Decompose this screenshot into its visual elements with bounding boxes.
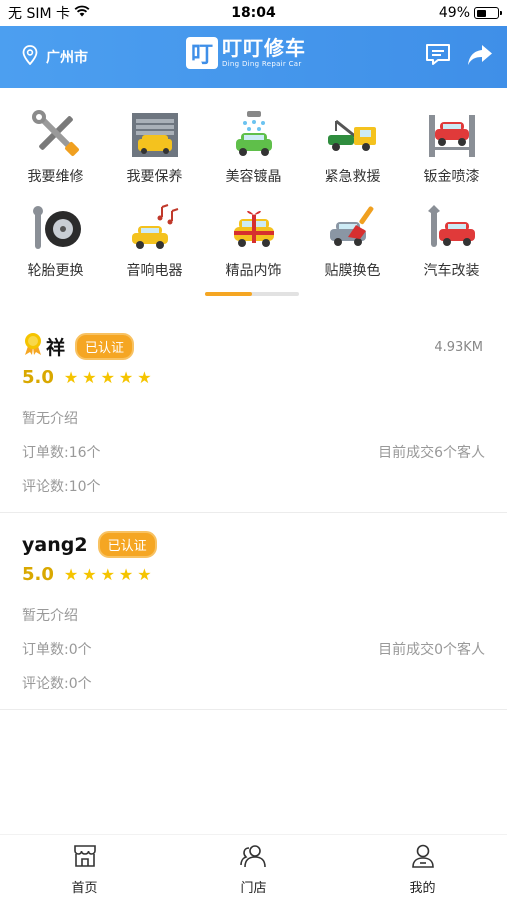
- category-page-indicator: [205, 292, 299, 296]
- category-audio[interactable]: 音响电器: [108, 202, 202, 280]
- category-label: 精品内饰: [225, 263, 282, 279]
- user-icon: [410, 843, 436, 873]
- tab-mine[interactable]: 我的: [373, 843, 473, 896]
- certified-badge: 已认证: [75, 333, 135, 360]
- category-label: 我要保养: [126, 169, 183, 185]
- category-interior[interactable]: 精品内饰: [207, 202, 301, 280]
- category-row: 轮胎更换 音响电器 精品内饰 贴膜换色 汽车改装: [0, 202, 507, 280]
- garage-car-icon: [127, 108, 183, 160]
- people-icon: [239, 843, 268, 873]
- category-rescue[interactable]: 紧急救援: [306, 108, 400, 186]
- battery-level: [476, 9, 487, 17]
- star-icon: ★: [100, 565, 115, 584]
- tab-label: 我的: [409, 881, 436, 896]
- category-label: 钣金喷漆: [423, 169, 480, 185]
- deal-count: 目前成交0个客人: [378, 642, 485, 658]
- category-film[interactable]: 贴膜换色: [306, 202, 400, 280]
- category-label: 轮胎更换: [27, 263, 84, 279]
- location-pin-icon: [22, 45, 38, 69]
- wifi-icon: [74, 5, 90, 21]
- star-icon: ★: [63, 565, 79, 584]
- shop-list: 祥 已认证 4.93KM 5.0 ★ ★ ★ ★ ★ 暂无介绍 订单数:16个 …: [0, 318, 507, 710]
- home-store-icon: [72, 843, 98, 873]
- app-header: 广州市 叮 叮叮修车 Ding Ding Repair Car: [0, 26, 507, 88]
- medal-icon: [22, 332, 44, 361]
- battery-icon: [474, 7, 502, 19]
- shop-card[interactable]: 祥 已认证 4.93KM 5.0 ★ ★ ★ ★ ★ 暂无介绍 订单数:16个 …: [0, 318, 507, 513]
- shop-name: 祥: [46, 337, 66, 359]
- logo-title: 叮叮修车: [222, 36, 306, 60]
- star-icon: ★: [137, 565, 152, 584]
- category-row: 我要维修 我要保养 美容镀晶 紧急救援 钣金喷漆: [0, 108, 507, 186]
- car-paint-brush-icon: [325, 202, 381, 254]
- category-label: 音响电器: [126, 263, 183, 279]
- car-lift-icon: [424, 108, 480, 160]
- shop-card[interactable]: yang2 已认证 5.0 ★ ★ ★ ★ ★ 暂无介绍 订单数:0个 目前成交…: [0, 513, 507, 710]
- location-selector[interactable]: 广州市: [22, 45, 88, 69]
- star-icon: ★: [100, 368, 115, 387]
- shop-intro: 暂无介绍: [22, 411, 78, 427]
- tab-stores[interactable]: 门店: [204, 843, 304, 896]
- certified-badge: 已认证: [97, 531, 157, 558]
- star-icon: ★: [82, 565, 97, 584]
- category-label: 紧急救援: [324, 169, 381, 185]
- tab-home[interactable]: 首页: [35, 843, 135, 896]
- category-paint[interactable]: 钣金喷漆: [405, 108, 499, 186]
- carrier-label: 无 SIM 卡: [8, 6, 70, 22]
- review-count: 评论数:0个: [22, 676, 92, 692]
- status-bar: 无 SIM 卡 18:04 49%: [0, 0, 507, 26]
- shop-rating: 5.0 ★ ★ ★ ★ ★: [22, 564, 485, 585]
- car-mod-wrench-icon: [424, 202, 480, 254]
- category-mod[interactable]: 汽车改装: [405, 202, 499, 280]
- wrench-screwdriver-icon: [28, 108, 84, 160]
- rating-score: 5.0: [22, 564, 54, 585]
- category-tire[interactable]: 轮胎更换: [9, 202, 103, 280]
- category-label: 美容镀晶: [225, 169, 282, 185]
- order-count: 订单数:0个: [22, 642, 92, 658]
- app-logo: 叮 叮叮修车 Ding Ding Repair Car: [186, 37, 306, 69]
- shop-name: yang2: [22, 533, 88, 556]
- rating-score: 5.0: [22, 367, 54, 388]
- logo-subtitle: Ding Ding Repair Car: [222, 60, 302, 68]
- star-icon: ★: [137, 368, 152, 387]
- page-indicator-fill: [205, 292, 252, 296]
- message-icon[interactable]: [425, 43, 451, 71]
- share-icon[interactable]: [467, 44, 493, 70]
- car-music-icon: [127, 202, 183, 254]
- battery-percent: 49%: [438, 5, 470, 21]
- star-icon: ★: [118, 368, 134, 387]
- star-icon: ★: [82, 368, 97, 387]
- car-wash-icon: [226, 108, 282, 160]
- tab-label: 门店: [240, 881, 267, 896]
- tab-label: 首页: [71, 881, 98, 896]
- tow-truck-icon: [325, 108, 381, 160]
- order-count: 订单数:16个: [22, 445, 101, 461]
- category-grid: 我要维修 我要保养 美容镀晶 紧急救援 钣金喷漆 轮胎更换 音响电器 精品内饰 …: [0, 108, 507, 280]
- star-rating: ★ ★ ★ ★ ★: [64, 368, 152, 387]
- gift-car-icon: [226, 202, 282, 254]
- shop-distance: 4.93KM: [434, 340, 483, 355]
- category-beauty[interactable]: 美容镀晶: [207, 108, 301, 186]
- shop-intro: 暂无介绍: [22, 608, 78, 624]
- category-label: 贴膜换色: [324, 263, 381, 279]
- shop-rating: 5.0 ★ ★ ★ ★ ★: [22, 367, 485, 388]
- bottom-tab-bar: 首页 门店 我的: [0, 834, 507, 900]
- location-label: 广州市: [46, 50, 88, 66]
- star-icon: ★: [118, 565, 134, 584]
- category-label: 我要维修: [27, 169, 84, 185]
- deal-count: 目前成交6个客人: [378, 445, 485, 461]
- category-repair[interactable]: 我要维修: [9, 108, 103, 186]
- category-maintenance[interactable]: 我要保养: [108, 108, 202, 186]
- logo-mark: 叮: [186, 37, 218, 69]
- tire-wrench-icon: [28, 202, 84, 254]
- review-count: 评论数:10个: [22, 479, 101, 495]
- category-label: 汽车改装: [423, 263, 480, 279]
- star-rating: ★ ★ ★ ★ ★: [64, 565, 152, 584]
- star-icon: ★: [63, 368, 79, 387]
